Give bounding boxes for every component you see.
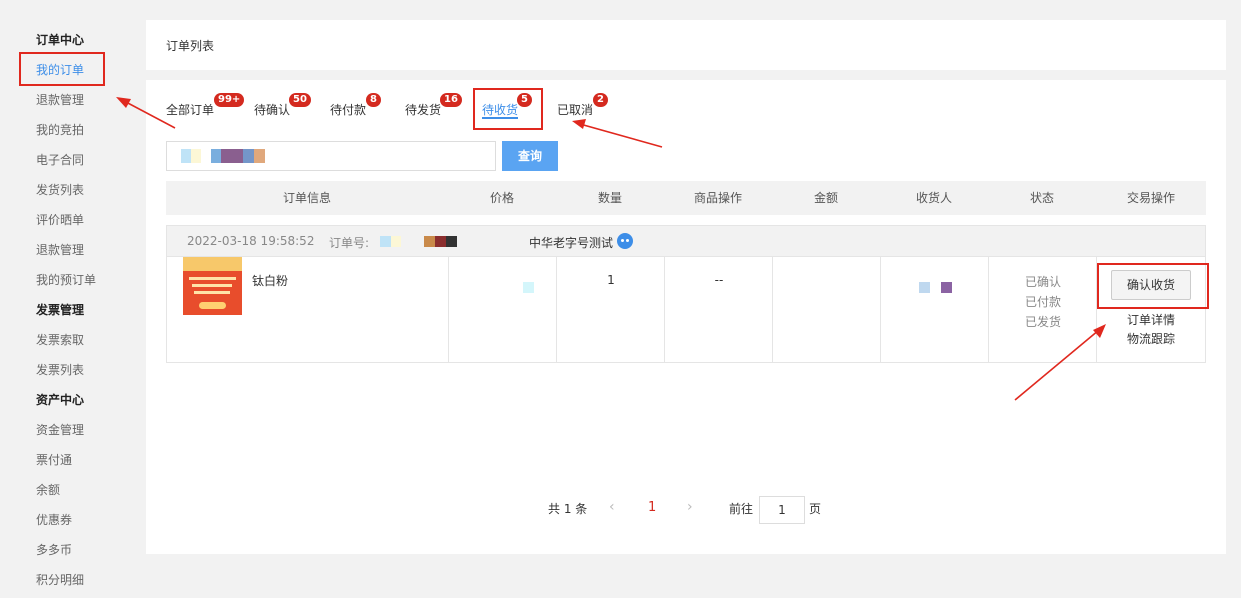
sidebar-item-e-contracts[interactable]: 电子合同 xyxy=(36,150,84,170)
order-row: 2022-03-18 19:58:52 订单号: 中华老字号测试 钛白粉 1 -… xyxy=(166,225,1206,363)
count-badge: 8 xyxy=(366,93,381,107)
column-header: 收货人 xyxy=(915,191,952,205)
highlight-box-confirm-receipt xyxy=(1097,263,1209,309)
pagination-page-1[interactable]: 1 xyxy=(648,500,656,515)
column-header: 交易操作 xyxy=(1126,191,1175,205)
chat-bubble-icon[interactable] xyxy=(617,233,633,249)
search-input[interactable] xyxy=(166,141,496,171)
goto-page-input[interactable] xyxy=(759,496,805,524)
sidebar-item-refund-management[interactable]: 退款管理 xyxy=(36,90,84,110)
count-badge: 16 xyxy=(440,93,462,107)
sidebar-item-pre-orders[interactable]: 我的预订单 xyxy=(36,270,96,290)
sidebar-header-invoice: 发票管理 xyxy=(36,303,85,317)
count-badge: 50 xyxy=(289,93,311,107)
order-status: 已确认 已付款 已发货 xyxy=(989,272,1097,332)
product-image[interactable] xyxy=(183,257,242,315)
sidebar-item-duoduo-coins[interactable]: 多多币 xyxy=(36,540,72,560)
sidebar-item-funds[interactable]: 资金管理 xyxy=(36,420,84,440)
column-divider xyxy=(448,257,449,363)
column-header: 订单信息 xyxy=(282,191,331,205)
chevron-left-icon[interactable]: ‹ xyxy=(609,499,615,515)
sidebar-header-order-center: 订单中心 xyxy=(36,33,85,47)
tab-pending-shipment[interactable]: 待发货 16 xyxy=(405,93,462,120)
main-panel: 全部订单 99+ 待确认 50 待付款 8 待发货 16 待收货 5 已取消 2… xyxy=(146,80,1226,554)
column-header: 金额 xyxy=(813,191,838,205)
sidebar-item-piaofutong[interactable]: 票付通 xyxy=(36,450,72,470)
redacted-price xyxy=(523,282,534,293)
status-text: 已确认 xyxy=(1024,275,1061,289)
redacted-order-number xyxy=(380,236,457,247)
count-badge: 2 xyxy=(593,93,608,107)
highlight-box-my-orders xyxy=(19,52,105,86)
title-panel: 订单列表 xyxy=(146,20,1226,70)
order-time: 2022-03-18 19:58:52 xyxy=(187,234,315,248)
tab-label: 待发货 xyxy=(405,103,442,117)
table-header: 订单信息 价格 数量 商品操作 金额 收货人 状态 交易操作 xyxy=(166,181,1206,215)
sidebar-item-invoice-list[interactable]: 发票列表 xyxy=(36,360,84,380)
highlight-box-pending-receipt xyxy=(473,88,543,130)
tab-label: 已取消 xyxy=(557,103,594,117)
redacted-receiver xyxy=(941,282,952,293)
search-button[interactable]: 查询 xyxy=(502,141,558,171)
column-header: 价格 xyxy=(489,191,514,205)
tab-all-orders[interactable]: 全部订单 99+ xyxy=(166,93,245,120)
page-title: 订单列表 xyxy=(166,39,215,53)
column-header: 数量 xyxy=(597,191,622,205)
status-text: 已付款 xyxy=(1024,295,1061,309)
tab-pending-payment[interactable]: 待付款 8 xyxy=(330,93,381,120)
order-header: 2022-03-18 19:58:52 订单号: 中华老字号测试 xyxy=(167,226,1205,257)
sidebar-item-refund-management-2[interactable]: 退款管理 xyxy=(36,240,84,260)
status-text: 已发货 xyxy=(1024,315,1061,329)
goto-label: 前往 xyxy=(729,502,754,516)
sidebar-item-balance[interactable]: 余额 xyxy=(36,480,60,500)
sidebar-item-reviews[interactable]: 评价晒单 xyxy=(36,210,84,230)
quantity: 1 xyxy=(607,273,615,287)
column-header: 商品操作 xyxy=(693,191,742,205)
order-detail-link[interactable]: 订单详情 xyxy=(1097,311,1205,328)
product-name[interactable]: 钛白粉 xyxy=(252,272,288,289)
tab-label: 待付款 xyxy=(330,103,367,117)
goods-action: -- xyxy=(714,273,724,287)
sidebar-item-shipping-list[interactable]: 发货列表 xyxy=(36,180,84,200)
sidebar-header-assets: 资产中心 xyxy=(36,393,85,407)
redacted-search-text xyxy=(181,149,265,163)
sidebar-item-coupons[interactable]: 优惠券 xyxy=(36,510,72,530)
sidebar-item-request-invoice[interactable]: 发票索取 xyxy=(36,330,84,350)
tab-label: 全部订单 xyxy=(166,103,215,117)
tab-cancelled[interactable]: 已取消 2 xyxy=(557,93,608,120)
column-divider xyxy=(880,257,881,363)
page-unit-label: 页 xyxy=(809,502,822,516)
tab-label: 待确认 xyxy=(254,103,291,117)
chevron-right-icon[interactable]: › xyxy=(687,499,693,515)
shop-name[interactable]: 中华老字号测试 xyxy=(529,234,613,251)
sidebar: 订单中心 我的订单 退款管理 我的竞拍 电子合同 发货列表 评价晒单 退款管理 … xyxy=(0,0,130,598)
column-header: 状态 xyxy=(1029,191,1054,205)
logistics-tracking-link[interactable]: 物流跟踪 xyxy=(1097,330,1205,347)
order-number-label: 订单号: xyxy=(329,236,370,250)
redacted-receiver xyxy=(919,282,930,293)
pagination-total: 共 1 条 xyxy=(548,502,588,516)
tab-pending-confirm[interactable]: 待确认 50 xyxy=(254,93,311,120)
sidebar-item-my-auctions[interactable]: 我的竞拍 xyxy=(36,120,84,140)
count-badge: 99+ xyxy=(214,93,245,107)
sidebar-item-points[interactable]: 积分明细 xyxy=(36,570,84,590)
